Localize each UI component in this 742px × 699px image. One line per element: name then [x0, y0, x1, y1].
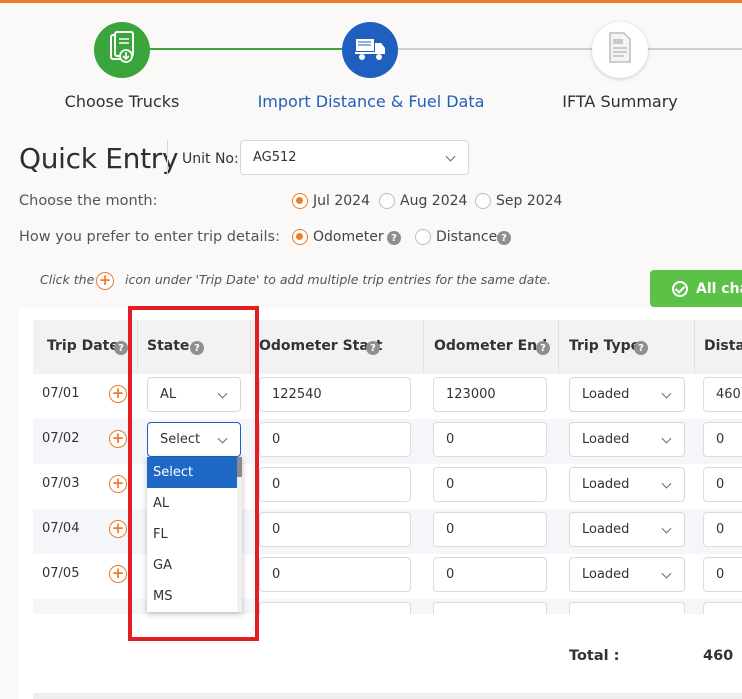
mode-radio-distance[interactable]: [415, 229, 431, 245]
all-changes-label: All chan: [696, 280, 742, 297]
add-trip-icon[interactable]: +: [109, 385, 127, 403]
all-changes-button[interactable]: All chan: [650, 270, 742, 307]
trip-date: 07/03: [42, 476, 80, 491]
column-divider: [423, 320, 424, 374]
page-title: Quick Entry: [19, 142, 179, 175]
odometer-end-input[interactable]: 123000: [433, 377, 547, 412]
distance-input[interactable]: 0: [703, 467, 742, 502]
chevron-down-icon: [661, 478, 672, 489]
check-circle-icon: [672, 280, 688, 297]
column-divider: [558, 320, 559, 374]
trip-type-select[interactable]: Loaded: [569, 557, 685, 592]
step-label-ifta-summary: IFTA Summary: [562, 92, 678, 111]
odometer-start-input[interactable]: 0: [259, 512, 411, 547]
trip-type-value: Loaded: [582, 522, 630, 537]
odometer-end-input[interactable]: 0: [433, 512, 547, 547]
month-label-aug[interactable]: Aug 2024: [400, 193, 467, 209]
hint-text-before: Click the: [40, 272, 95, 287]
add-trip-icon[interactable]: +: [109, 520, 127, 538]
chevron-down-icon: [445, 151, 456, 162]
month-radio-jul[interactable]: [292, 193, 308, 209]
title-divider: [167, 140, 168, 176]
total-value: 460: [703, 648, 734, 664]
header-odometer-end: Odometer End: [434, 338, 548, 354]
header-trip-date: Trip Date: [47, 338, 119, 354]
highlight-box: [128, 306, 259, 641]
help-icon[interactable]: ?: [366, 341, 380, 355]
odometer-start-input[interactable]: 0: [259, 422, 411, 457]
truck-icon: [353, 33, 387, 67]
step-import-data[interactable]: [342, 22, 398, 78]
odometer-start-input[interactable]: 122540: [259, 377, 411, 412]
chevron-down-icon: [661, 523, 672, 534]
add-trip-icon[interactable]: +: [109, 565, 127, 583]
trip-date: 07/04: [42, 521, 80, 536]
top-accent-bar: [0, 0, 742, 3]
unit-no-label: Unit No:: [182, 151, 239, 167]
hint-text-after: icon under 'Trip Date' to add multiple t…: [125, 272, 551, 287]
chevron-down-icon: [661, 388, 672, 399]
odometer-end-input[interactable]: 0: [433, 422, 547, 457]
odometer-start-input[interactable]: [259, 602, 411, 614]
header-trip-type: Trip Type: [569, 338, 641, 354]
help-icon[interactable]: ?: [114, 341, 128, 355]
help-icon[interactable]: ?: [536, 341, 550, 355]
table-footer-bar: [33, 693, 742, 699]
trip-type-value: Loaded: [582, 387, 630, 402]
unit-no-select[interactable]: AG512: [240, 140, 469, 175]
ifta-document-icon: [606, 31, 634, 69]
step-ifta-summary[interactable]: [592, 22, 648, 78]
trip-type-select[interactable]: Loaded: [569, 512, 685, 547]
trip-type-select[interactable]: Loaded: [569, 467, 685, 502]
trip-type-select[interactable]: [569, 602, 685, 614]
mode-label-odometer[interactable]: Odometer: [313, 229, 384, 245]
distance-input[interactable]: 0: [703, 422, 742, 457]
month-label-jul[interactable]: Jul 2024: [313, 193, 370, 209]
add-trip-icon[interactable]: +: [109, 475, 127, 493]
month-radio-sep[interactable]: [475, 193, 491, 209]
odometer-end-input[interactable]: [433, 602, 547, 614]
help-icon[interactable]: ?: [387, 231, 401, 245]
trip-date: 07/02: [42, 431, 80, 446]
chevron-down-icon: [661, 433, 672, 444]
unit-no-value: AG512: [253, 150, 297, 165]
odometer-end-input[interactable]: 0: [433, 467, 547, 502]
add-trip-icon[interactable]: +: [109, 430, 127, 448]
trip-type-select[interactable]: Loaded: [569, 377, 685, 412]
month-label: Choose the month:: [19, 193, 158, 209]
header-odometer-start: Odometer Start: [259, 338, 383, 354]
distance-input[interactable]: [703, 602, 742, 614]
column-divider: [694, 320, 695, 374]
month-label-sep[interactable]: Sep 2024: [496, 193, 562, 209]
mode-radio-odometer[interactable]: [292, 229, 308, 245]
document-download-icon: [107, 31, 137, 69]
distance-input[interactable]: 0: [703, 512, 742, 547]
distance-input[interactable]: 460: [703, 377, 742, 412]
stepper-line-complete: [150, 48, 348, 50]
plus-circle-icon: +: [96, 272, 114, 290]
trip-type-value: Loaded: [582, 477, 630, 492]
odometer-end-input[interactable]: 0: [433, 557, 547, 592]
header-distance: Distan: [704, 338, 742, 354]
odometer-start-input[interactable]: 0: [259, 557, 411, 592]
help-icon[interactable]: ?: [634, 341, 648, 355]
entry-mode-label: How you prefer to enter trip details:: [19, 229, 280, 245]
trip-type-select[interactable]: Loaded: [569, 422, 685, 457]
total-label: Total :: [569, 648, 620, 664]
odometer-start-input[interactable]: 0: [259, 467, 411, 502]
step-choose-trucks[interactable]: [94, 22, 150, 78]
stepper-line-pending: [645, 48, 742, 50]
trip-type-value: Loaded: [582, 432, 630, 447]
stepper-line-pending: [398, 48, 596, 50]
help-icon[interactable]: ?: [497, 231, 511, 245]
mode-label-distance[interactable]: Distance: [436, 229, 497, 245]
step-label-import-data: Import Distance & Fuel Data: [257, 92, 485, 111]
chevron-down-icon: [661, 568, 672, 579]
trip-date: 07/05: [42, 566, 80, 581]
step-label-choose-trucks: Choose Trucks: [64, 92, 180, 111]
distance-input[interactable]: 0: [703, 557, 742, 592]
trip-type-value: Loaded: [582, 567, 630, 582]
trip-date: 07/01: [42, 386, 80, 401]
month-radio-aug[interactable]: [379, 193, 395, 209]
